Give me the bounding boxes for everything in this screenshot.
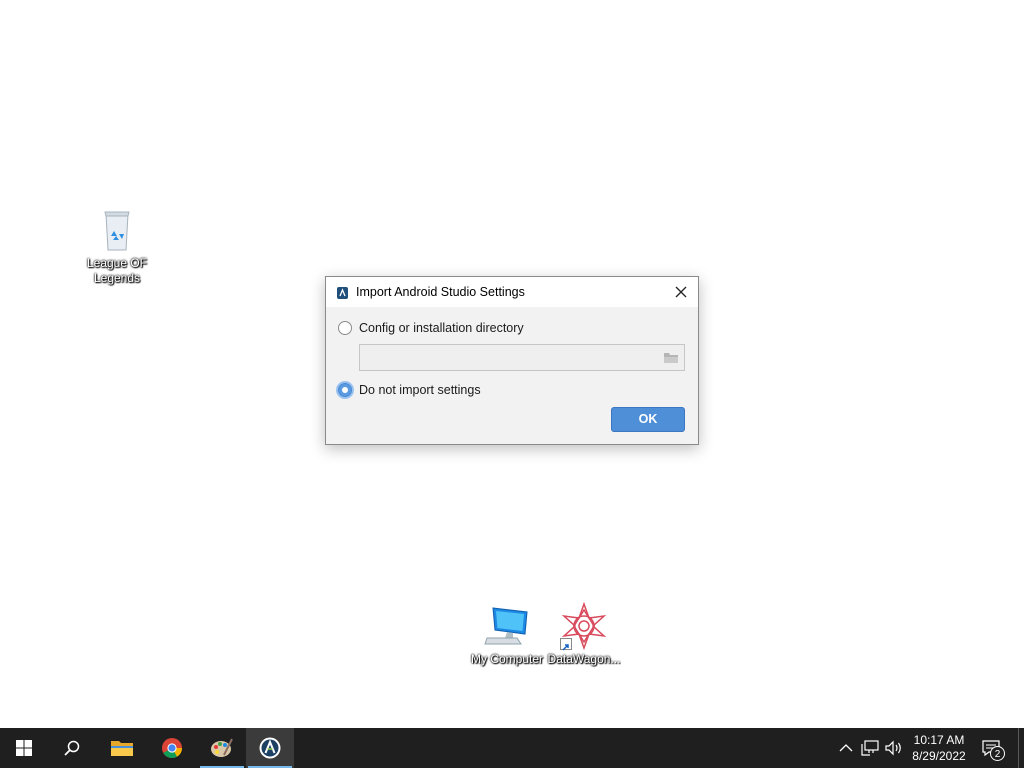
start-button[interactable]: [0, 728, 48, 768]
notification-count-badge: 2: [990, 746, 1005, 761]
close-icon: [675, 286, 687, 298]
dialog-title: Import Android Studio Settings: [356, 285, 525, 299]
close-button[interactable]: [670, 281, 692, 303]
desktop-icon-label: DataWagon...: [547, 652, 621, 666]
recycle-bin-icon: [93, 206, 141, 254]
datawagon-app-icon: [560, 601, 608, 651]
network-button[interactable]: [860, 738, 880, 758]
paint-palette-icon: [211, 738, 233, 757]
desktop-icon-league-of-legends[interactable]: League OF Legends: [77, 206, 157, 286]
chrome-icon: [162, 738, 182, 758]
desktop-icon-label: My Computer: [470, 652, 544, 666]
desktop-icon-my-computer[interactable]: My Computer: [467, 602, 547, 667]
ok-button[interactable]: OK: [611, 407, 685, 432]
show-desktop-button[interactable]: [1018, 728, 1019, 768]
radio-config-directory[interactable]: Config or installation directory: [338, 321, 524, 335]
desktop-icon-datawagon[interactable]: DataWagon...: [544, 601, 624, 667]
volume-button[interactable]: [884, 738, 904, 758]
shortcut-arrow-icon: [560, 638, 572, 651]
radio-label: Do not import settings: [359, 383, 481, 397]
taskbar-android-studio[interactable]: [246, 728, 294, 768]
radio-label: Config or installation directory: [359, 321, 524, 335]
search-icon: [64, 740, 80, 756]
taskbar: 10:17 AM 8/29/2022 2: [0, 728, 1024, 768]
computer-icon: [483, 602, 531, 650]
desktop: League OF Legends My Computer DataWagon.…: [0, 0, 1024, 728]
desktop-icon-label: League OF Legends: [86, 256, 148, 285]
taskbar-clock[interactable]: 10:17 AM 8/29/2022: [905, 732, 973, 764]
browse-folder-button[interactable]: [663, 351, 679, 364]
taskbar-chrome[interactable]: [148, 728, 196, 768]
dialog-titlebar[interactable]: Import Android Studio Settings: [326, 277, 698, 307]
network-icon: [861, 740, 879, 756]
android-studio-icon: [337, 286, 348, 299]
folder-icon: [111, 741, 133, 756]
clock-time: 10:17 AM: [913, 733, 965, 747]
clock-date: 8/29/2022: [912, 749, 966, 763]
android-studio-icon: [259, 737, 281, 759]
radio-button-selected[interactable]: [338, 383, 352, 397]
show-hidden-icons-button[interactable]: [836, 738, 856, 758]
import-settings-dialog: Import Android Studio Settings Config or…: [325, 276, 699, 445]
windows-logo-icon: [16, 740, 32, 756]
config-path-field[interactable]: [359, 344, 685, 371]
speaker-icon: [885, 740, 901, 756]
radio-do-not-import[interactable]: Do not import settings: [338, 383, 481, 397]
radio-button[interactable]: [338, 321, 352, 335]
search-button[interactable]: [48, 728, 96, 768]
taskbar-file-explorer[interactable]: [98, 728, 146, 768]
taskbar-paint[interactable]: [198, 728, 246, 768]
folder-icon: [664, 353, 678, 363]
chevron-up-icon: [839, 744, 853, 752]
